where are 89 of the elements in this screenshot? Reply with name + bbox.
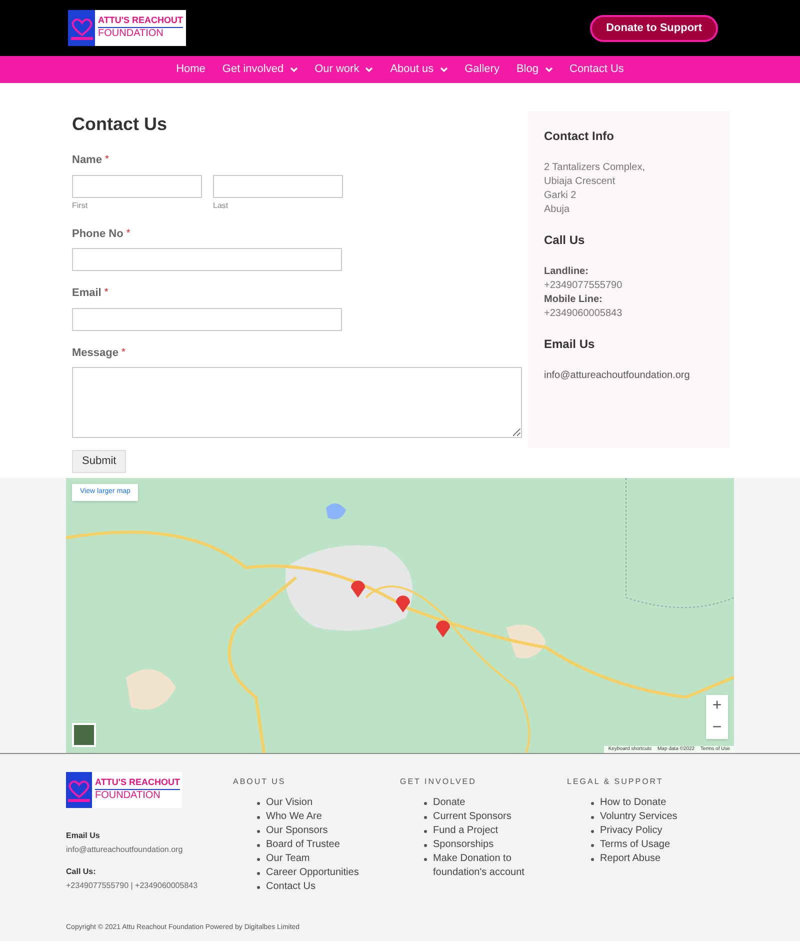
field-label: Phone No [72, 226, 124, 242]
name-field[interactable] [213, 174, 343, 198]
line-label: Landline: [544, 265, 590, 279]
footer-link[interactable]: Report Abuse [600, 852, 730, 866]
info-text: 2 Tantalizers Complex, [544, 161, 646, 175]
nav-link[interactable]: Our work [314, 61, 374, 78]
field-hint: First [72, 200, 89, 212]
logo[interactable]: ATTU'S REACHOUT FOUNDATION [66, 772, 182, 808]
footer-label: Call Us: [66, 866, 97, 878]
line-label: Mobile Line: [544, 293, 604, 307]
section-heading: Email Us [544, 336, 596, 353]
field-label: Email [72, 286, 102, 301]
bullet-icon [424, 816, 427, 819]
nav-link[interactable]: Home [176, 61, 206, 78]
bullet-icon [257, 830, 260, 833]
footer-heading: LEGAL & SUPPORT [567, 776, 664, 788]
bullet-icon [257, 858, 260, 861]
footer-link[interactable]: Board of Trustee [266, 838, 396, 852]
footer-link[interactable]: Terms of Usage [600, 838, 730, 852]
footer-link[interactable]: Current Sponsors [433, 810, 563, 824]
bullet-icon [591, 844, 594, 847]
footer-label: Email Us [66, 830, 101, 842]
bullet-icon [424, 802, 427, 805]
field-hint: Last [213, 200, 230, 212]
info-text: +2349077555790 [544, 279, 624, 293]
footer-link[interactable]: Our Team [266, 852, 396, 866]
info-text: Abuja [544, 203, 571, 217]
nav-link[interactable]: Get involved [222, 61, 298, 78]
footer-link[interactable]: Career Opportunities [266, 866, 396, 880]
bullet-icon [424, 830, 427, 833]
zoom-out-button[interactable]: − [706, 717, 728, 739]
nav-link[interactable]: Contact Us [570, 61, 624, 78]
required-mark: * [126, 226, 130, 240]
field-label: Message [72, 346, 118, 360]
footer-heading: ABOUT US [233, 776, 287, 788]
footer-link[interactable]: How to Donate [600, 796, 730, 810]
nav-link[interactable]: Blog [516, 61, 552, 78]
heart-icon [68, 16, 95, 36]
info-text: +2349060005843 [544, 307, 624, 321]
bullet-icon [257, 816, 260, 819]
email-link[interactable]: info@attureachoutfoundation.org [544, 369, 714, 383]
footer-link[interactable]: Privacy Policy [600, 824, 730, 838]
logo-subtitle: FOUNDATION [95, 790, 162, 803]
bullet-icon [591, 830, 594, 833]
satellite-thumbnail[interactable] [72, 723, 96, 747]
logo-title: ATTU'S REACHOUT [95, 777, 180, 790]
logo-title: ATTU'S REACHOUT [98, 15, 183, 28]
logo[interactable]: ATTU'S REACHOUT FOUNDATION [68, 10, 186, 46]
input-field[interactable] [72, 308, 342, 330]
nav-link[interactable]: About us [390, 61, 448, 78]
bullet-icon [591, 816, 594, 819]
input-field[interactable] [72, 248, 342, 271]
bullet-icon [424, 858, 427, 861]
field-label: Name [72, 153, 102, 168]
footer-link[interactable]: Who We Are [266, 810, 396, 824]
bullet-icon [257, 872, 260, 875]
bullet-icon [257, 886, 260, 889]
footer-phones: +2349077555790 | +2349060005843 [66, 880, 199, 892]
footer-link[interactable]: Sponsorships [433, 838, 563, 852]
section-heading: Contact Info [544, 128, 615, 145]
nav-link[interactable]: Gallery [464, 61, 500, 78]
required-mark: * [104, 153, 109, 167]
footer-link[interactable]: Our Vision [266, 796, 396, 810]
bullet-icon [257, 802, 260, 805]
footer-email-link[interactable]: info@attureachoutfoundation.org [66, 844, 233, 856]
required-mark: * [104, 286, 108, 300]
bullet-icon [591, 858, 594, 861]
bullet-icon [591, 802, 594, 805]
footer-link[interactable]: Voluntry Services [600, 810, 730, 824]
footer-link[interactable]: Contact Us [266, 880, 396, 894]
section-heading: Call Us [544, 232, 586, 249]
footer-link[interactable]: Our Sponsors [266, 824, 396, 838]
logo-subtitle: FOUNDATION [98, 28, 164, 41]
name-field[interactable] [72, 174, 202, 198]
zoom-in-button[interactable]: + [706, 695, 728, 717]
donate-button[interactable]: Donate to Support [590, 14, 718, 42]
submit-button[interactable]: Submit [72, 450, 126, 473]
page-title: Contact Us [72, 113, 168, 136]
bullet-icon [257, 844, 260, 847]
footer-heading: GET INVOLVED [400, 776, 478, 788]
heart-icon [66, 778, 92, 798]
bullet-icon [424, 844, 427, 847]
footer-link[interactable]: Make Donation to foundation's account [433, 852, 563, 880]
info-text: Garki 2 [544, 189, 578, 203]
info-text: Ubiaja Crescent [544, 175, 616, 189]
footer-link[interactable]: Donate [433, 796, 563, 810]
message-field[interactable] [72, 367, 522, 438]
footer-link[interactable]: Fund a Project [433, 824, 563, 838]
required-mark: * [121, 346, 126, 360]
